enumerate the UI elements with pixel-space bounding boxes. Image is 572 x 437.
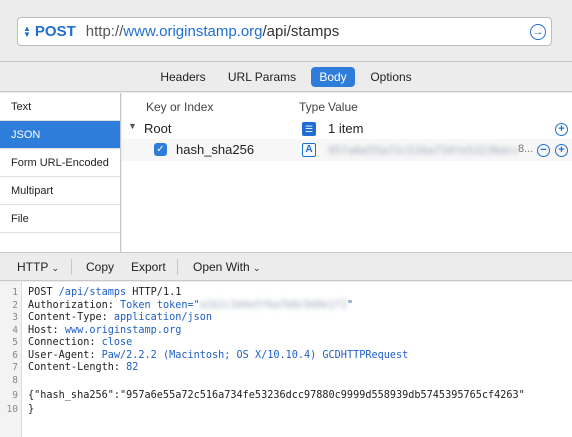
open-with-dropdown[interactable]: Open With ⌄ — [193, 260, 261, 274]
disclosure-triangle-icon[interactable]: ▼ — [128, 121, 137, 131]
tab-url-params[interactable]: URL Params — [222, 67, 302, 87]
code-line: Content-Length: 82 — [28, 362, 138, 373]
code-line: Host: www.originstamp.org — [28, 325, 181, 336]
code-token: Token token=" — [120, 299, 200, 311]
code-token: } — [28, 404, 35, 415]
line-number: 9 — [12, 390, 18, 401]
code-token: POST — [28, 287, 59, 298]
method-label: POST — [34, 23, 76, 40]
url-text[interactable]: http://www.originstamp.org/api/stamps — [86, 23, 339, 40]
code-toolbar: HTTP ⌄ Copy Export Open With ⌄ — [0, 252, 572, 281]
add-item-icon[interactable]: + — [555, 123, 568, 136]
line-number: 10 — [6, 404, 18, 415]
code-token: " — [346, 299, 354, 311]
url-scheme: http:// — [85, 23, 124, 40]
line-number: 6 — [12, 349, 18, 361]
root-key: Root — [144, 121, 172, 136]
code-token: close — [101, 337, 133, 348]
enabled-checkbox[interactable]: ✓ — [154, 143, 167, 156]
tab-options[interactable]: Options — [363, 67, 419, 87]
code-line: Connection: close — [28, 337, 132, 348]
code-token: application/json — [113, 312, 213, 323]
code-token: Paw/2.2.2 (Macintosh; OS X/10.10.4) GCDH… — [101, 349, 409, 361]
line-number: 8 — [12, 374, 18, 386]
tab-headers[interactable]: Headers — [153, 67, 213, 87]
code-line: User-Agent: Paw/2.2.2 (Macintosh; OS X/1… — [28, 350, 408, 361]
code-token: HTTP/1.1 — [126, 287, 182, 298]
open-with-label: Open With — [193, 260, 250, 274]
string-type-icon[interactable]: A — [302, 143, 316, 157]
export-button[interactable]: Export — [131, 260, 166, 274]
chevron-down-icon: ⌄ — [253, 263, 261, 273]
line-number: 1 — [12, 287, 18, 298]
body-type-text[interactable]: Text — [0, 93, 120, 121]
request-tabs: Headers URL Params Body Options — [0, 62, 572, 92]
code-token: Host: — [28, 324, 65, 336]
format-dropdown[interactable]: HTTP ⌄ — [17, 260, 59, 274]
body-type-form-url-encoded[interactable]: Form URL-Encoded — [0, 149, 120, 177]
column-type-header: Type — [299, 100, 326, 114]
method-selector[interactable]: ▲ ▼ POST — [23, 23, 76, 40]
field-key[interactable]: hash_sha256 — [176, 142, 254, 157]
redacted-token: a1b2c3d4e5f6a7b8c9d0e1f2 — [199, 299, 347, 311]
field-value-redacted[interactable]: 957a6e55a72c516a734fe53236dcc97880c99 — [328, 144, 518, 157]
code-token: User-Agent: — [28, 349, 102, 361]
divider — [177, 259, 178, 275]
chevron-down-icon: ⌄ — [51, 263, 60, 273]
column-key-header: Key or Index — [146, 100, 214, 114]
code-token: /api/stamps — [58, 287, 127, 298]
body-type-list: Text JSON Form URL-Encoded Multipart Fil… — [0, 93, 121, 252]
send-arrow-icon[interactable]: → — [530, 24, 546, 40]
line-gutter: 1 2 3 4 5 6 7 8 9 10 — [0, 282, 22, 437]
tab-body[interactable]: Body — [311, 67, 355, 87]
list-type-icon[interactable]: ☰ — [302, 122, 316, 136]
json-row-hash[interactable]: ✓ hash_sha256 A 957a6e55a72c516a734fe532… — [122, 139, 572, 161]
line-number: 3 — [12, 312, 18, 323]
field-value-suffix: 8... — [518, 143, 534, 155]
url-field[interactable]: ▲ ▼ POST http://www.originstamp.org/api/s… — [17, 17, 552, 46]
http-code-view[interactable]: 1 2 3 4 5 6 7 8 9 10 POST /api/stamps HT… — [0, 282, 572, 437]
updown-chevron-icon: ▲ ▼ — [23, 23, 31, 39]
body-type-json[interactable]: JSON — [0, 121, 120, 149]
add-sibling-icon[interactable]: + — [555, 144, 568, 157]
remove-item-icon[interactable]: − — [537, 144, 550, 157]
line-number: 2 — [12, 299, 18, 311]
line-number: 5 — [12, 337, 18, 348]
line-number: 7 — [12, 362, 18, 373]
body-type-multipart[interactable]: Multipart — [0, 177, 120, 205]
code-line: Content-Type: application/json — [28, 312, 212, 323]
code-token: 82 — [126, 362, 139, 373]
json-editor-header: Key or Index Type Value — [122, 93, 572, 117]
code-token: Authorization: — [28, 299, 121, 311]
code-token: {"hash_sha256":"957a6e55a72c516a734fe532… — [28, 390, 525, 401]
code-line: } — [28, 404, 34, 415]
code-token: Connection: — [28, 337, 102, 348]
code-line: Authorization: Token token="a1b2c3d4e5f6… — [28, 300, 353, 311]
copy-button[interactable]: Copy — [86, 260, 114, 274]
json-row-root[interactable]: ▼ Root ☰ 1 item + — [122, 118, 572, 140]
code-line: POST /api/stamps HTTP/1.1 — [28, 287, 181, 298]
code-token: www.originstamp.org — [64, 324, 182, 336]
url-toolbar: ▲ ▼ POST http://www.originstamp.org/api/s… — [0, 0, 572, 62]
url-path: /api/stamps — [262, 23, 340, 40]
root-value: 1 item — [328, 121, 364, 136]
code-token: Content-Length: — [28, 362, 127, 373]
code-token: Content-Type: — [28, 312, 114, 323]
divider — [71, 259, 72, 275]
line-number: 4 — [12, 324, 18, 336]
json-editor: Key or Index Type Value ▼ Root ☰ 1 item … — [122, 93, 572, 252]
format-label: HTTP — [17, 260, 49, 274]
body-type-file[interactable]: File — [0, 205, 120, 233]
code-line: {"hash_sha256":"957a6e55a72c516a734fe532… — [28, 390, 525, 401]
url-host: www.originstamp.org — [123, 23, 263, 40]
column-value-header: Value — [328, 100, 358, 114]
